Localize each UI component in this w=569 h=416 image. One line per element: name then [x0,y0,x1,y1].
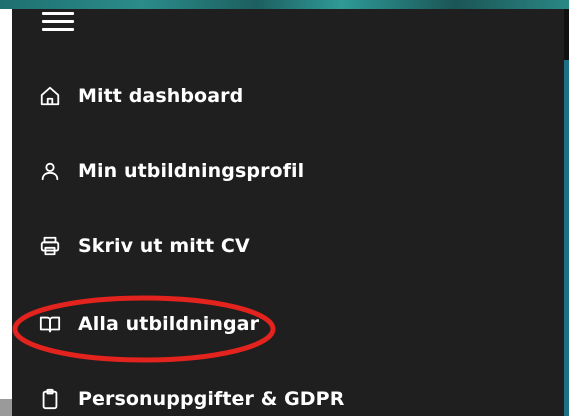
hamburger-line [42,28,74,31]
menu-item-label: Skriv ut mitt CV [78,235,250,257]
app-window: Mitt dashboard Min utbildningsprofil Skr… [0,0,569,416]
page-edge [0,9,12,399]
printer-icon [38,234,62,258]
hamburger-menu-icon[interactable] [42,10,74,32]
hamburger-line [42,12,74,15]
header-background-image [0,0,569,9]
scrollbar[interactable] [564,60,569,416]
open-book-icon [38,312,62,336]
hamburger-line [42,20,74,23]
menu-item-skriv-ut-mitt-cv[interactable]: Skriv ut mitt CV [38,228,250,264]
menu-item-min-utbildningsprofil[interactable]: Min utbildningsprofil [38,153,304,189]
side-navigation-menu [12,9,564,416]
menu-item-label: Personuppgifter & GDPR [78,388,345,410]
page-edge-gray [0,399,12,416]
clipboard-icon [38,387,62,411]
menu-item-alla-utbildningar[interactable]: Alla utbildningar [38,306,259,342]
menu-item-label: Min utbildningsprofil [78,160,305,182]
menu-item-label: Alla utbildningar [78,313,260,335]
user-icon [38,159,62,183]
menu-item-label: Mitt dashboard [78,85,244,107]
menu-item-personuppgifter-gdpr[interactable]: Personuppgifter & GDPR [38,381,344,416]
menu-item-mitt-dashboard[interactable]: Mitt dashboard [38,78,243,114]
home-icon [38,84,62,108]
